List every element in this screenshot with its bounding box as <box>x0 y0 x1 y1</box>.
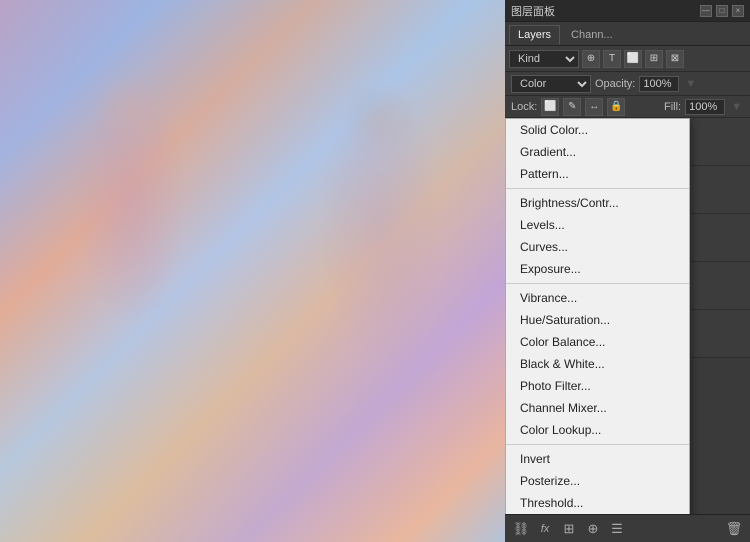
fill-input[interactable] <box>685 99 725 115</box>
menu-item-invert[interactable]: Invert <box>506 448 689 470</box>
menu-divider <box>506 283 689 284</box>
tab-channels[interactable]: Chann... <box>562 25 622 45</box>
canvas-image <box>0 0 505 542</box>
lock-label: Lock: <box>511 101 537 113</box>
menu-item-channel-mixer[interactable]: Channel Mixer... <box>506 397 689 419</box>
lock-pixels-btn[interactable]: ⬜ <box>541 98 559 116</box>
close-button[interactable]: × <box>732 5 744 17</box>
fill-label: Fill: <box>664 101 681 113</box>
add-mask-button[interactable]: ⊞ <box>559 519 579 539</box>
filter-icon-btn-4[interactable]: ⊞ <box>645 50 663 68</box>
separator-2: ▼ <box>731 101 742 113</box>
separator-1: ▼ <box>685 78 696 90</box>
panel-title-bar: 图层面板 — □ × <box>505 0 750 22</box>
menu-item-brightness-contrast[interactable]: Brightness/Contr... <box>506 192 689 214</box>
filter-kind-select[interactable]: Kind <box>509 50 579 68</box>
adjustment-layer-menu[interactable]: Solid Color...Gradient...Pattern... Brigh… <box>505 118 690 514</box>
canvas-area <box>0 0 505 542</box>
blend-mode-select[interactable]: Color <box>511 75 591 93</box>
menu-divider <box>506 188 689 189</box>
maximize-button[interactable]: □ <box>716 5 728 17</box>
filter-toolbar: Kind ⊕ T ⬜ ⊞ ⊠ <box>505 46 750 72</box>
menu-item-vibrance[interactable]: Vibrance... <box>506 287 689 309</box>
lock-fill-row: Lock: ⬜ ✎ ↔ 🔒 Fill: ▼ <box>505 96 750 118</box>
group-button[interactable]: ☰ <box>607 519 627 539</box>
menu-item-curves[interactable]: Curves... <box>506 236 689 258</box>
menu-item-black-white[interactable]: Black & White... <box>506 353 689 375</box>
menu-item-hue-saturation[interactable]: Hue/Saturation... <box>506 309 689 331</box>
filter-icon-btn-3[interactable]: ⬜ <box>624 50 642 68</box>
lock-move-btn[interactable]: ↔ <box>585 98 603 116</box>
menu-item-gradient[interactable]: Gradient... <box>506 141 689 163</box>
menu-item-solid-color[interactable]: Solid Color... <box>506 119 689 141</box>
menu-item-color-balance[interactable]: Color Balance... <box>506 331 689 353</box>
menu-item-threshold[interactable]: Threshold... <box>506 492 689 514</box>
opacity-input[interactable] <box>639 76 679 92</box>
filter-icon-btn-5[interactable]: ⊠ <box>666 50 684 68</box>
new-fill-button[interactable]: ⊕ <box>583 519 603 539</box>
menu-item-pattern[interactable]: Pattern... <box>506 163 689 185</box>
delete-layer-button[interactable]: 🗑 <box>724 519 744 539</box>
minimize-button[interactable]: — <box>700 5 712 17</box>
title-bar-controls: — □ × <box>700 5 744 17</box>
opacity-label: Opacity: <box>595 78 635 90</box>
layers-list: 👁 ⛓ 👁 origi... 👁 ✦ ⛓ <box>505 118 750 514</box>
menu-item-exposure[interactable]: Exposure... <box>506 258 689 280</box>
panel-tabs: Layers Chann... <box>505 22 750 46</box>
menu-item-levels[interactable]: Levels... <box>506 214 689 236</box>
menu-item-photo-filter[interactable]: Photo Filter... <box>506 375 689 397</box>
lock-all-btn[interactable]: 🔒 <box>607 98 625 116</box>
layer-effects-button[interactable]: fx <box>535 519 555 539</box>
blend-opacity-row: Color Opacity: ▼ <box>505 72 750 96</box>
panel-title: 图层面板 <box>511 3 555 19</box>
link-layers-button[interactable]: ⛓ <box>511 519 531 539</box>
layers-bottom-toolbar: ⛓ fx ⊞ ⊕ ☰ 🗑 <box>505 514 750 542</box>
menu-item-color-lookup[interactable]: Color Lookup... <box>506 419 689 441</box>
layers-panel: 图层面板 — □ × Layers Chann... Kind ⊕ T ⬜ ⊞ … <box>505 0 750 542</box>
menu-divider <box>506 444 689 445</box>
lock-paint-btn[interactable]: ✎ <box>563 98 581 116</box>
tab-layers[interactable]: Layers <box>509 25 560 45</box>
filter-icon-btn-2[interactable]: T <box>603 50 621 68</box>
menu-item-posterize[interactable]: Posterize... <box>506 470 689 492</box>
filter-icon-btn-1[interactable]: ⊕ <box>582 50 600 68</box>
